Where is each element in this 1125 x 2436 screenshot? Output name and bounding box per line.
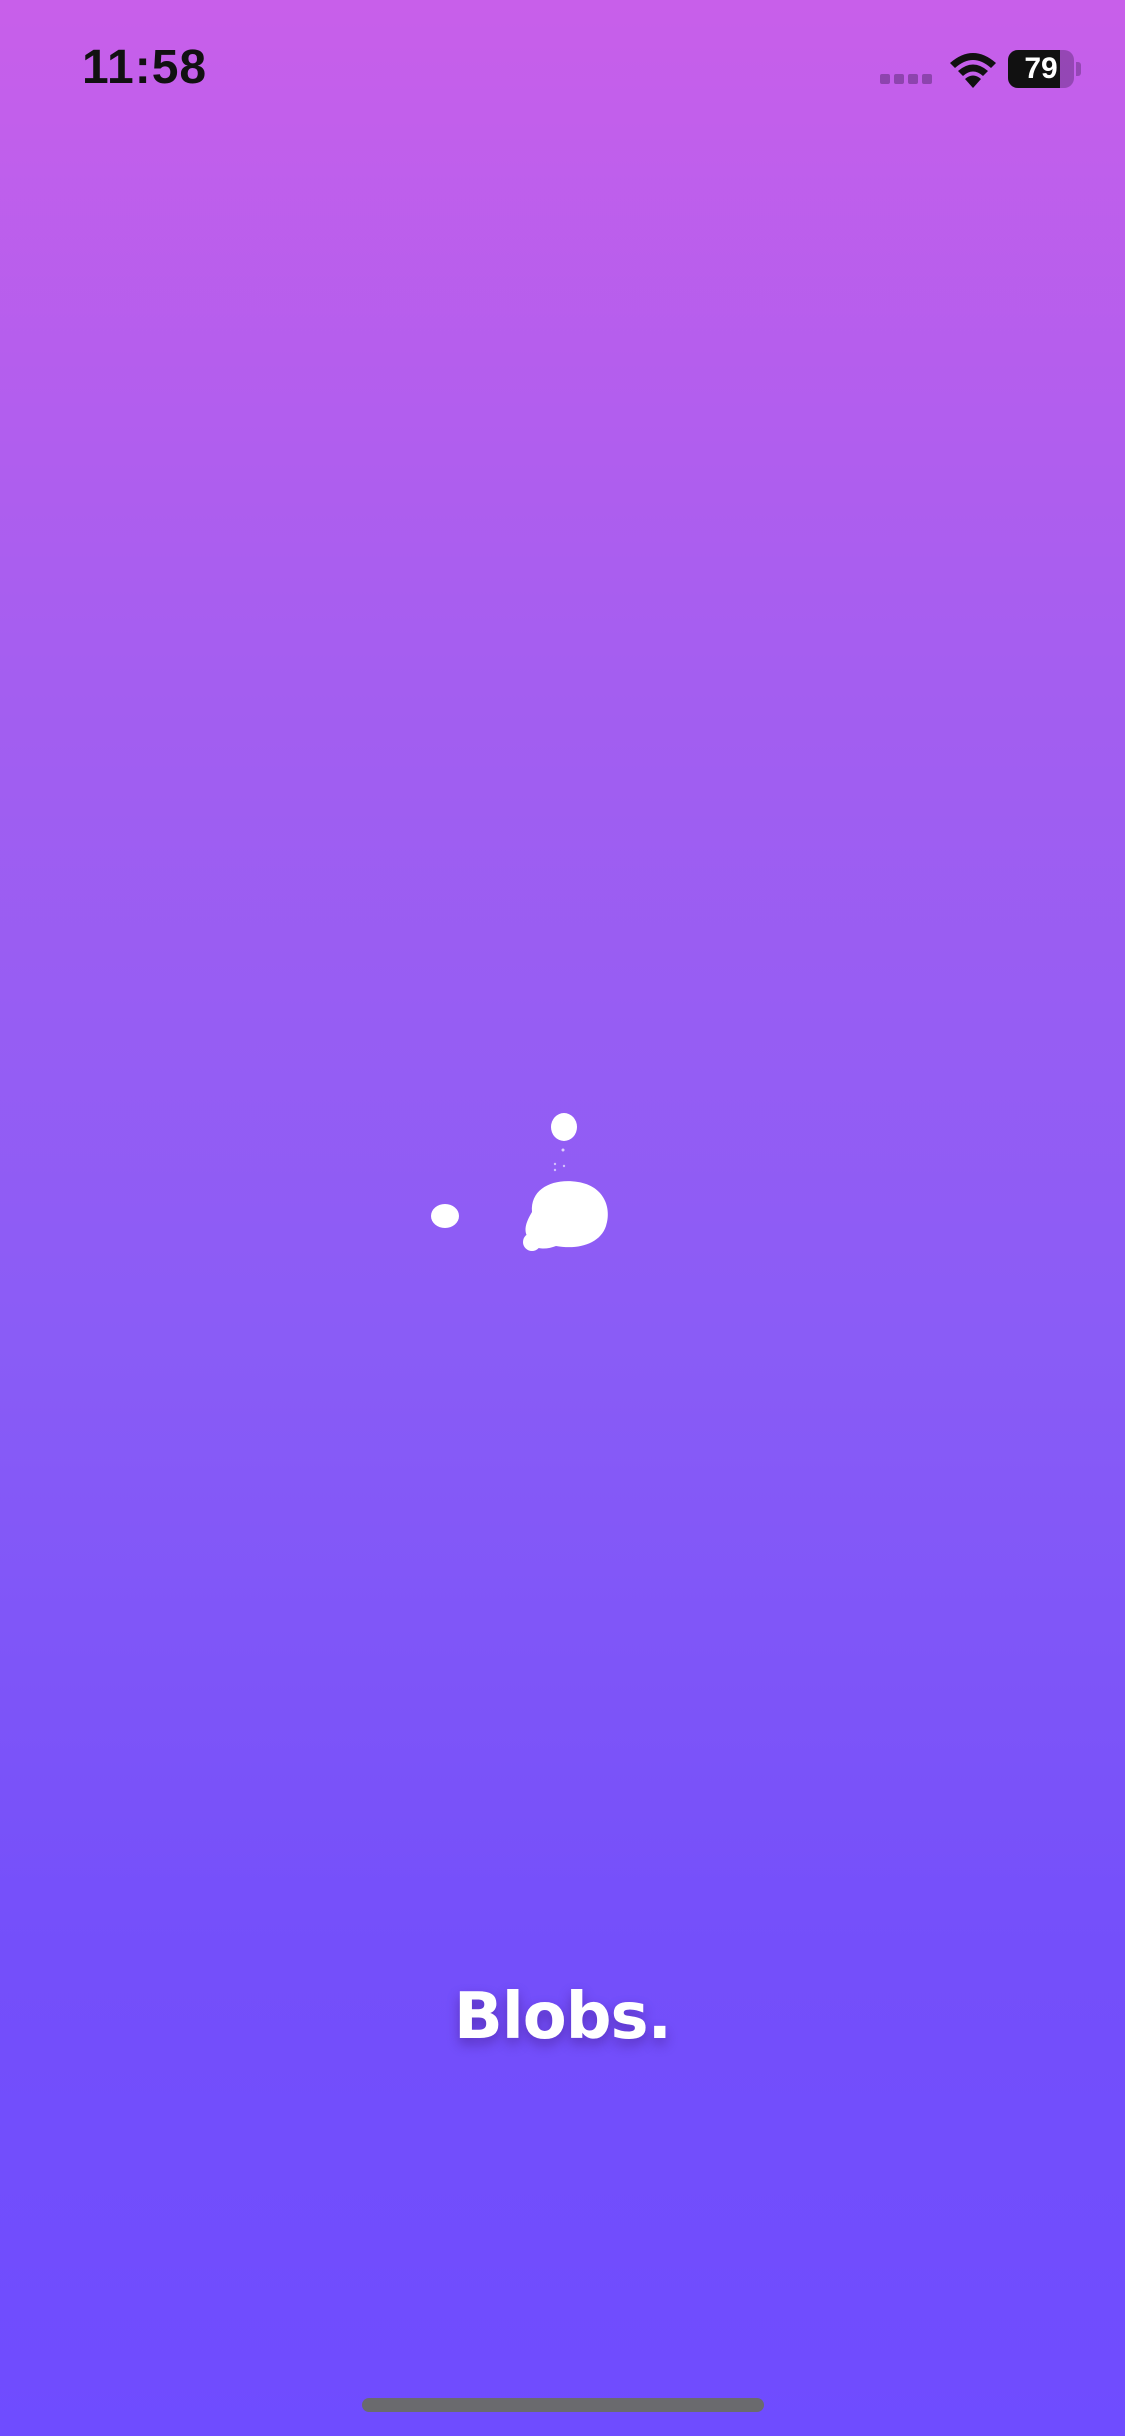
signal-icon — [880, 74, 934, 84]
wifi-icon — [950, 53, 996, 88]
status-bar: 11:58 79 — [0, 0, 1125, 140]
battery-icon: 79 — [1008, 50, 1081, 88]
home-indicator[interactable] — [362, 2398, 764, 2412]
blob-small-left — [431, 1204, 459, 1228]
splash-screen: 11:58 79 Blobs. — [0, 0, 1125, 2436]
blob-top — [551, 1113, 577, 1141]
battery-cap — [1076, 62, 1081, 76]
blobs-logo-icon — [431, 1113, 608, 1251]
app-wordmark: Blobs. — [454, 1980, 672, 2054]
blob-droplet — [523, 1233, 541, 1251]
battery-level: 79 — [1024, 52, 1058, 85]
status-time: 11:58 — [82, 41, 208, 94]
battery-body: 79 — [1008, 50, 1074, 88]
